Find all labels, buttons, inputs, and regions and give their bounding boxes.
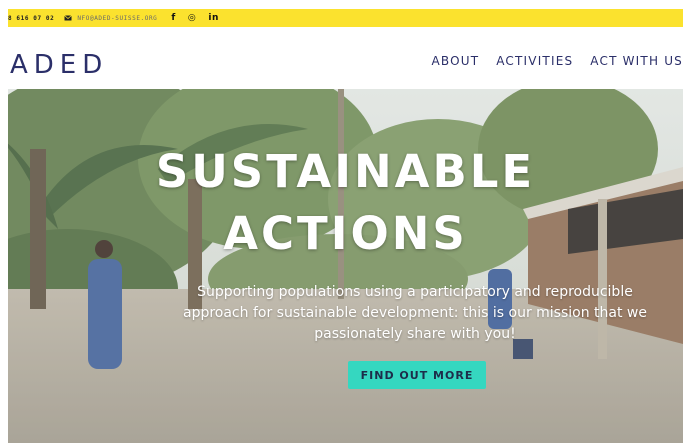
hero-subtitle-line2: approach for sustainable development: th…: [182, 305, 647, 321]
social-links: f ◎ in: [171, 13, 219, 23]
main-nav: ABOUT ACTIVITIES ACT WITH US: [431, 54, 683, 68]
hero-background-image: [8, 89, 683, 443]
site-logo[interactable]: ADED: [10, 50, 108, 80]
hero-title-line1: SUSTAINABLE: [155, 145, 536, 198]
find-out-more-button[interactable]: FIND OUT MORE: [348, 361, 486, 389]
nav-activities[interactable]: ACTIVITIES: [496, 54, 573, 68]
nav-act-with-us[interactable]: ACT WITH US: [590, 54, 683, 68]
linkedin-icon[interactable]: in: [208, 13, 219, 23]
phone-number[interactable]: 8 616 07 02: [8, 15, 54, 22]
hero-subtitle-line1: Supporting populations using a participa…: [197, 284, 633, 300]
hero-title-line2: ACTIONS: [223, 207, 468, 260]
facebook-icon[interactable]: f: [171, 13, 176, 23]
nav-about[interactable]: ABOUT: [431, 54, 479, 68]
contact-bar: 8 616 07 02 NFO@ADED-SUISSE.ORG f ◎ in: [8, 9, 683, 27]
hero-subtitle-line3: passionately share with you!: [314, 326, 516, 342]
mail-icon: [64, 15, 73, 21]
email-link[interactable]: NFO@ADED-SUISSE.ORG: [77, 15, 157, 22]
instagram-icon[interactable]: ◎: [188, 13, 196, 23]
hero-subtitle: Supporting populations using a participa…: [148, 282, 682, 345]
site-header: ADED ABOUT ACTIVITIES ACT WITH US: [8, 27, 683, 89]
hero-banner: SUSTAINABLE ACTIONS Supporting populatio…: [8, 89, 683, 443]
